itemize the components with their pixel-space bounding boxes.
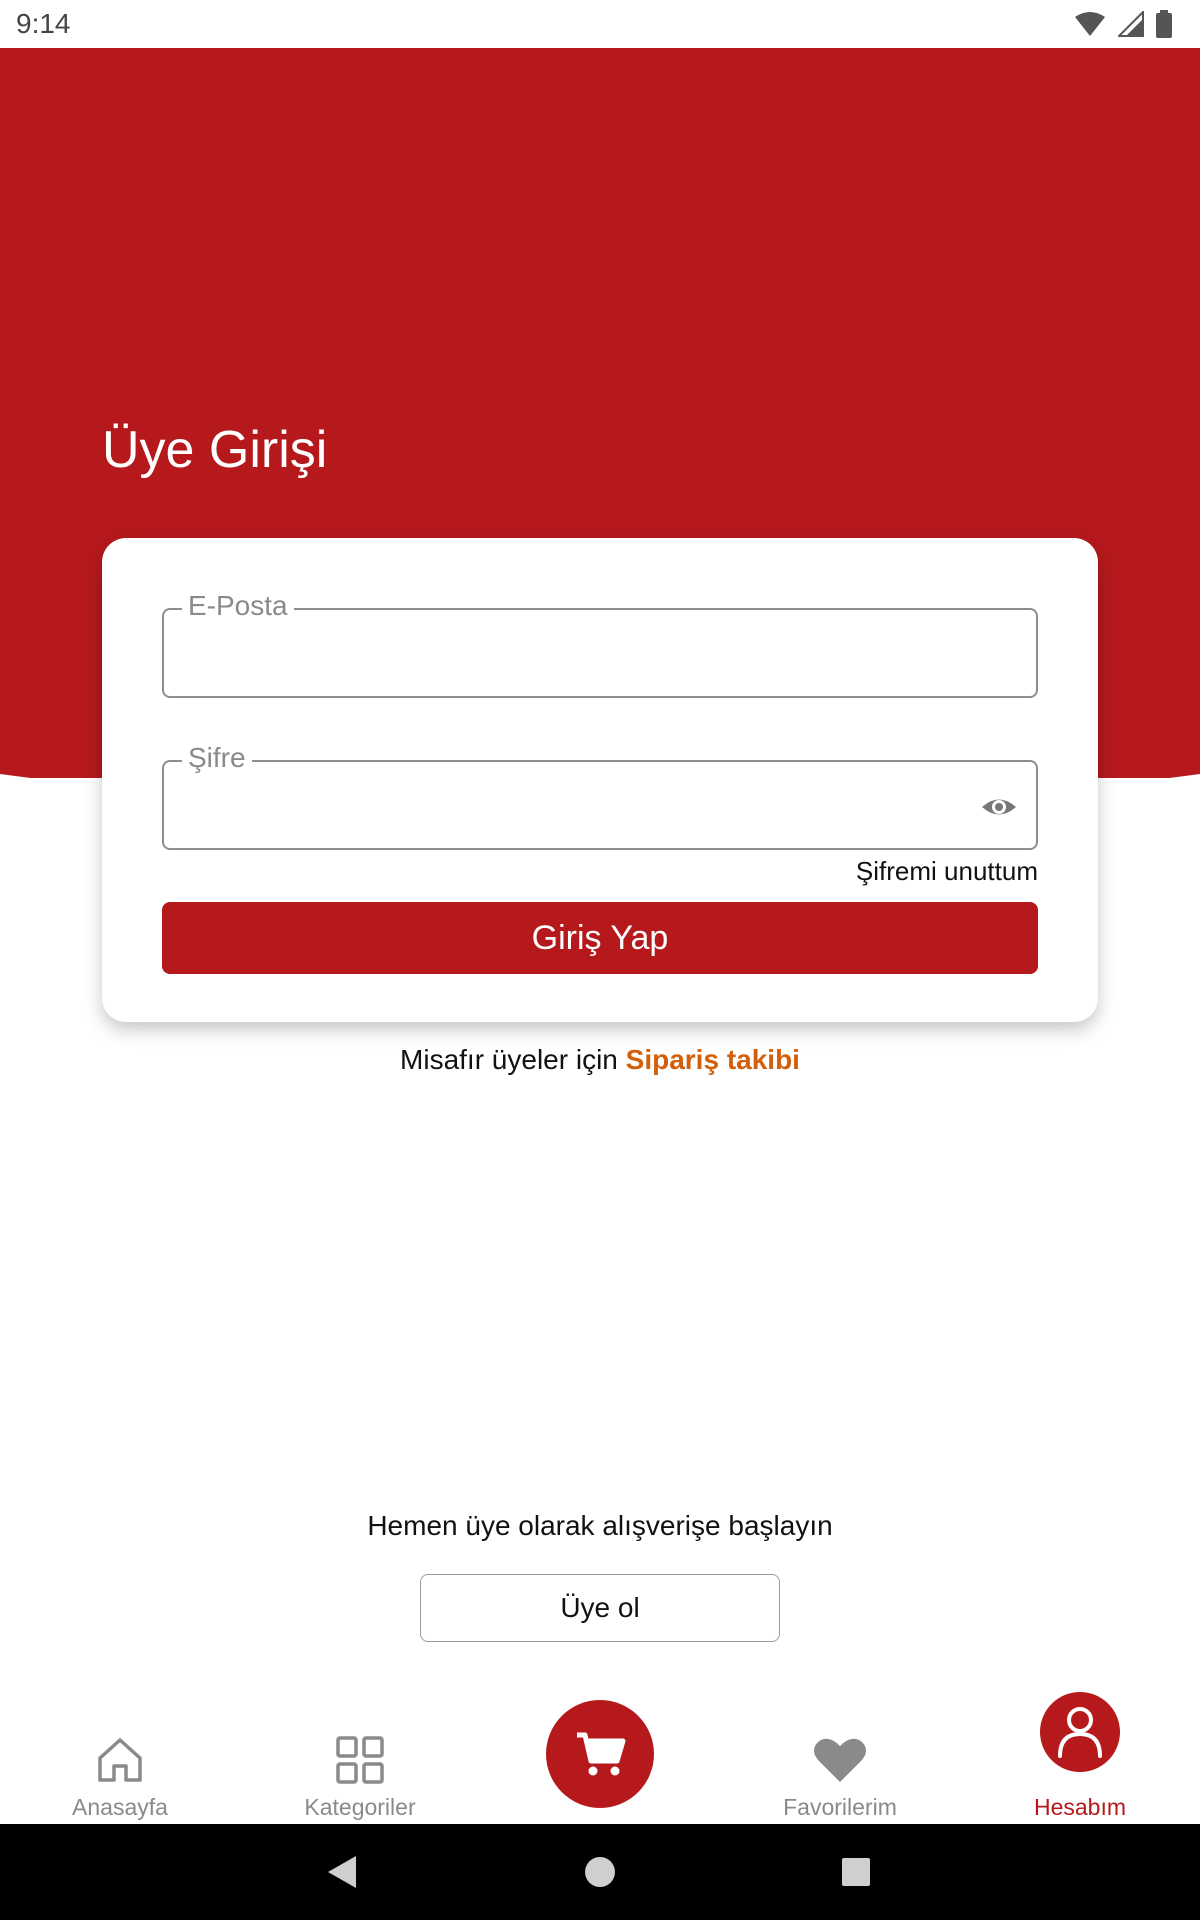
status-icons [1074,10,1172,38]
nav-label-favorites: Favorilerim [783,1794,897,1820]
signal-icon [1118,11,1144,37]
nav-label-home: Anasayfa [72,1794,168,1820]
login-button[interactable]: Giriş Yap [162,902,1038,974]
login-card: E-Posta Şifre Şifremi unuttum Giriş Yap [102,538,1098,1022]
person-icon [1058,1707,1102,1758]
email-field-label: E-Posta [182,590,294,622]
cart-icon [577,1732,626,1776]
home-icon [98,1738,142,1782]
guest-order-tracking-line: Misafır üyeler için Sipariş takibi [0,1044,1200,1076]
password-field-label: Şifre [182,742,252,774]
signup-button[interactable]: Üye ol [420,1574,780,1642]
nav-label-categories: Kategoriler [304,1794,416,1820]
password-input[interactable] [184,780,944,832]
nav-item-home[interactable]: Anasayfa [0,1680,240,1824]
recents-icon[interactable] [832,1848,880,1896]
back-icon[interactable] [318,1848,366,1896]
page-title: Üye Girişi [102,421,328,479]
account-button[interactable] [1040,1692,1120,1772]
nav-item-cart[interactable] [480,1680,720,1824]
battery-icon [1156,10,1172,38]
heart-icon [814,1738,866,1782]
system-navigation-bar [0,1824,1200,1920]
nav-label-account: Hesabım [1033,1794,1127,1820]
status-bar: 9:14 [0,0,1200,48]
email-input[interactable] [184,628,944,680]
bottom-navigation: Anasayfa Kategoriler Favorilerim Hesabım [0,1680,1200,1824]
order-tracking-link[interactable]: Sipariş takibi [626,1044,800,1075]
cart-button[interactable] [546,1700,654,1808]
eye-icon[interactable] [980,788,1018,826]
wifi-icon [1075,12,1105,36]
email-field[interactable]: E-Posta [162,590,1038,698]
forgot-password-link[interactable]: Şifremi unuttum [856,856,1038,887]
guest-prefix-text: Misafır üyeler için [400,1044,618,1075]
status-time: 9:14 [16,8,71,39]
nav-item-account[interactable]: Hesabım [960,1680,1200,1824]
password-field[interactable]: Şifre [162,742,1038,850]
nav-item-favorites[interactable]: Favorilerim [720,1680,960,1824]
signup-prompt: Hemen üye olarak alışverişe başlayın [367,1510,833,1541]
home-circle-icon[interactable] [576,1848,624,1896]
nav-item-categories[interactable]: Kategoriler [240,1680,480,1824]
grid-icon [336,1736,384,1784]
